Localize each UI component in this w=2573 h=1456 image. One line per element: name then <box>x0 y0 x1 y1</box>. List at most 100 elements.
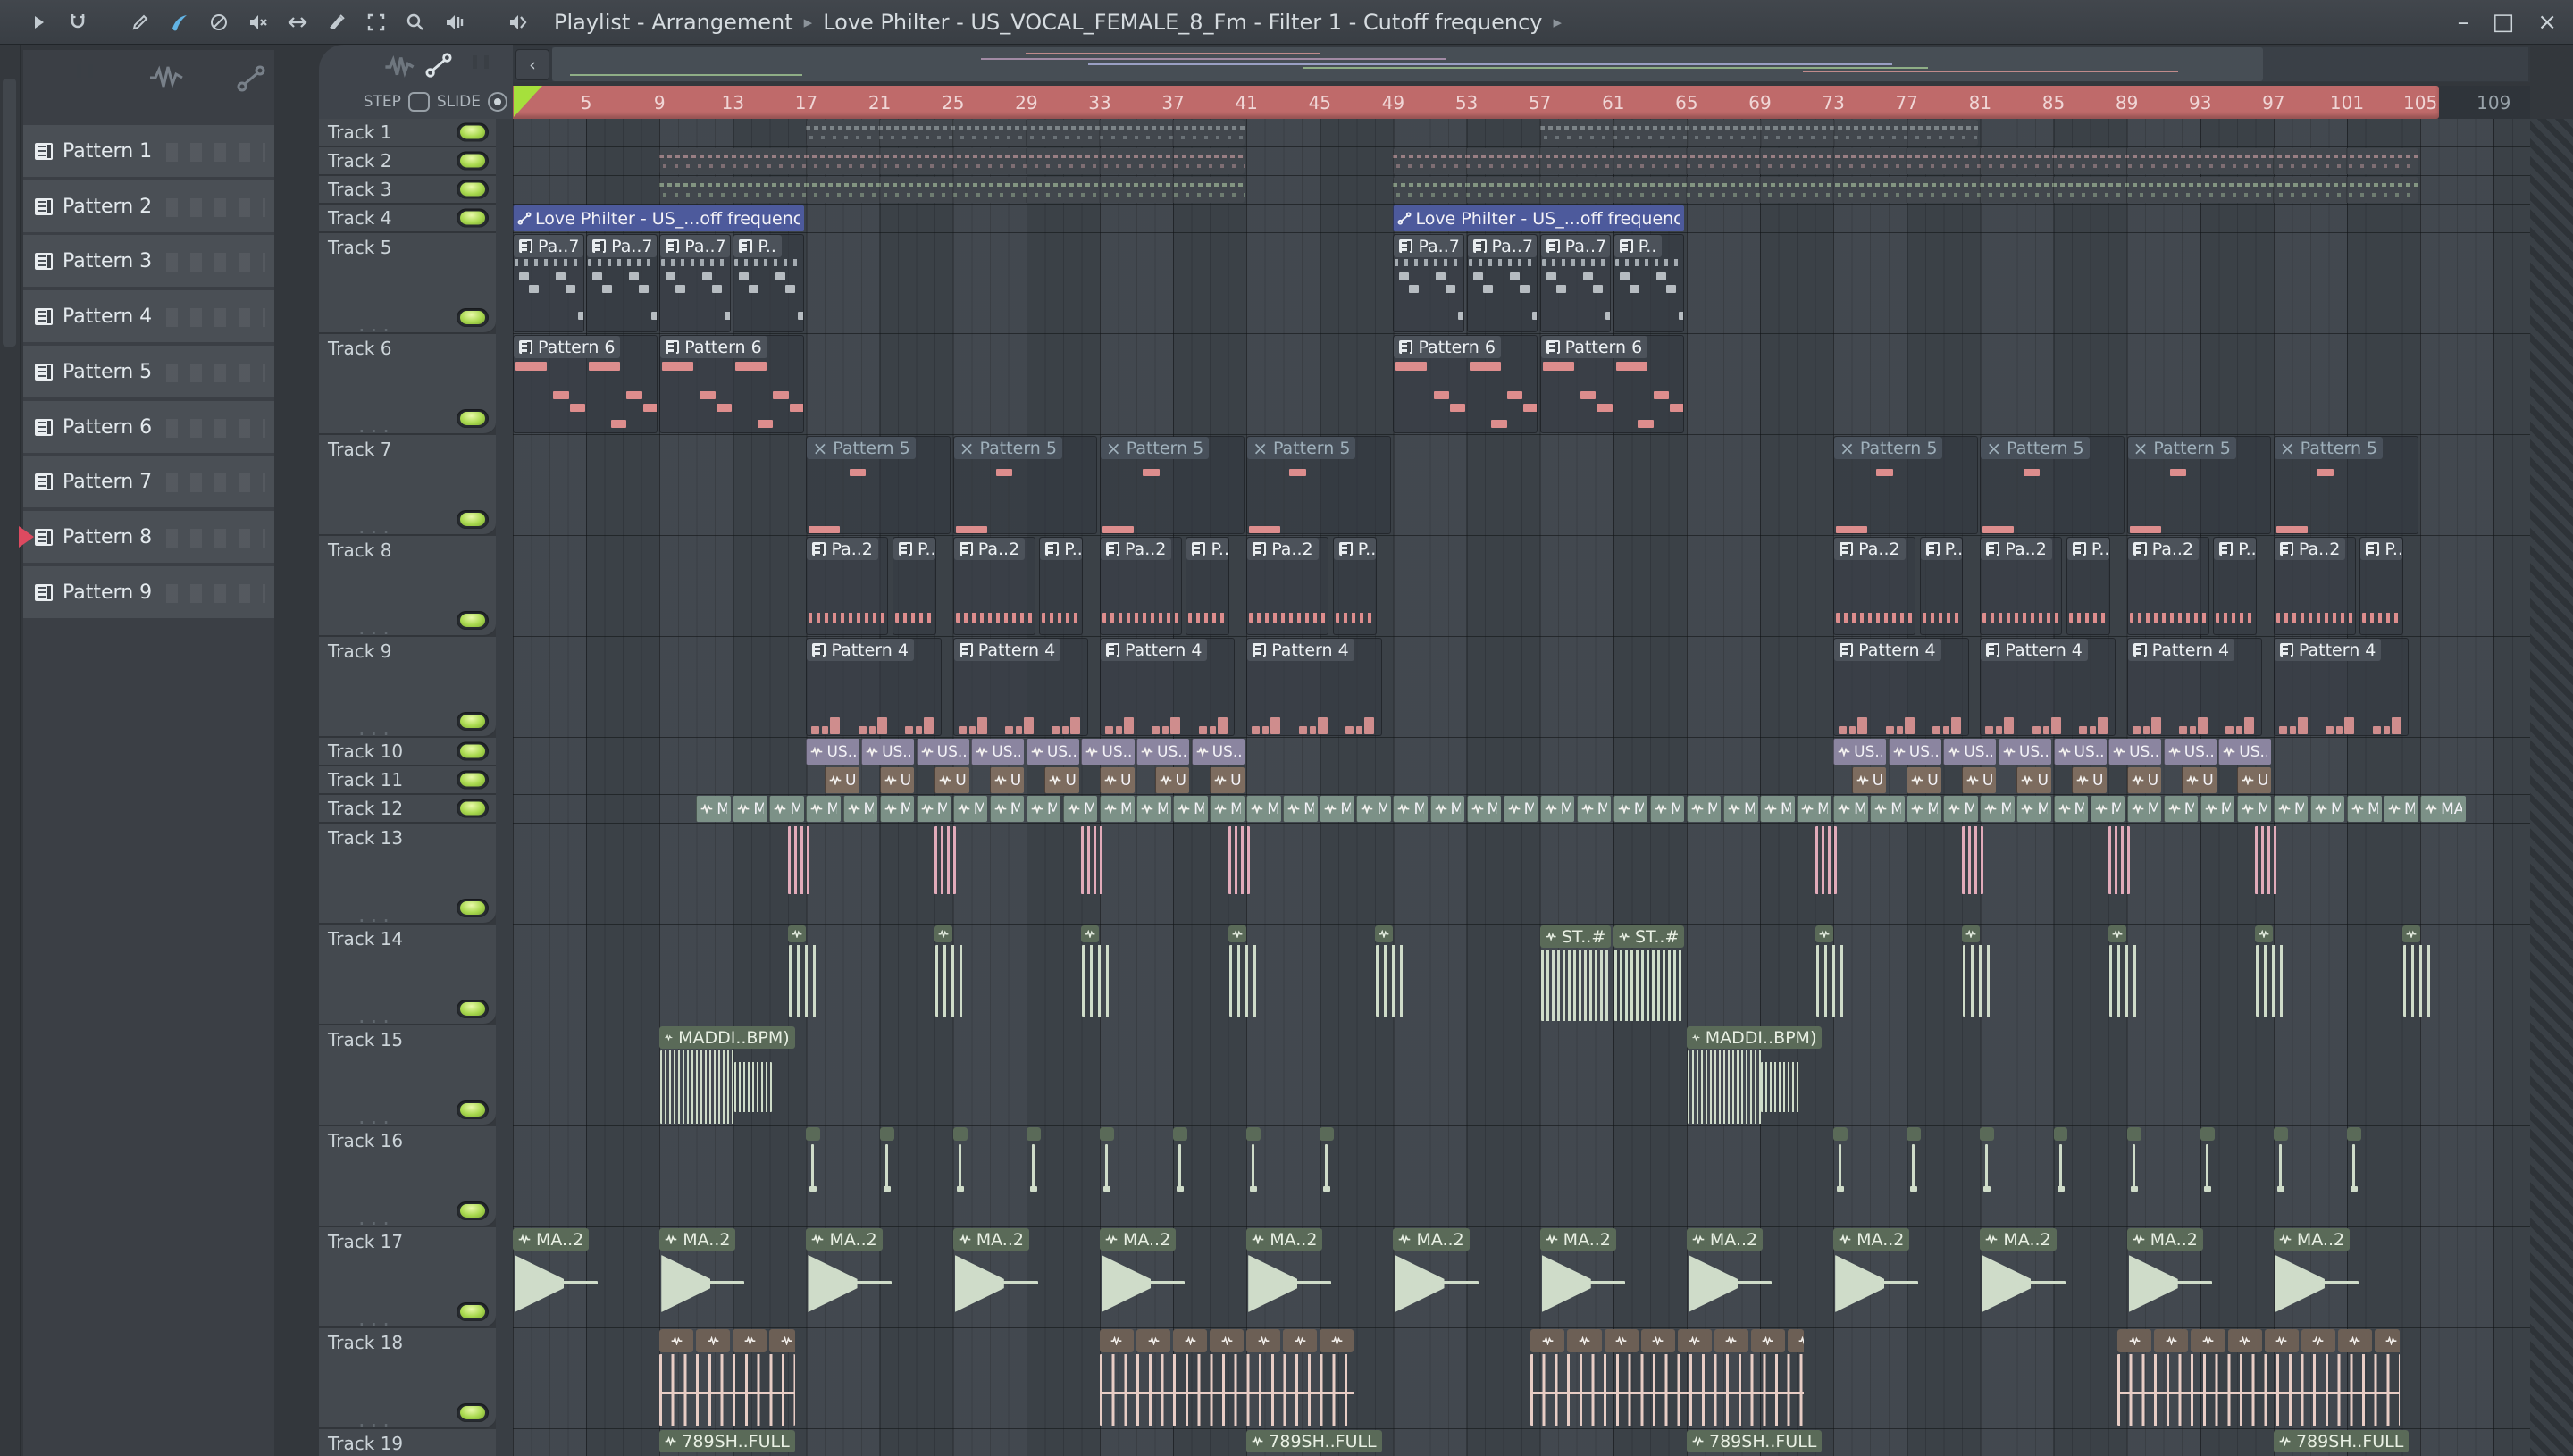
track-mute-led[interactable] <box>457 611 489 630</box>
scroll-left-button[interactable]: ‹ <box>515 49 549 80</box>
playlist-clip[interactable] <box>659 1329 795 1427</box>
playlist-lane[interactable] <box>513 766 2530 795</box>
wave-mode-icon[interactable] <box>148 64 184 91</box>
track-mute-led[interactable] <box>457 799 489 818</box>
playlist-clip[interactable]: Pattern 6 <box>1393 335 1538 433</box>
playlist-clip[interactable] <box>1961 925 1992 1024</box>
playlist-clip[interactable]: P.. <box>2213 537 2257 635</box>
playlist-clip[interactable]: U.. <box>2182 767 2217 793</box>
track-mute-led[interactable] <box>457 1100 489 1119</box>
playlist-clip[interactable]: MADD <box>1210 796 1245 822</box>
track-header[interactable]: Track 17... <box>319 1227 496 1329</box>
playlist-clip[interactable]: Pa..2 <box>1099 537 1182 635</box>
playlist-clip[interactable]: Pa..7 <box>586 234 658 332</box>
playlist-clip[interactable]: MADD <box>1356 796 1391 822</box>
track-header[interactable]: Track 1 <box>319 119 496 147</box>
track-header[interactable]: Track 18... <box>319 1328 496 1430</box>
pattern-item[interactable]: Pattern 5 <box>23 346 274 397</box>
playlist-clip[interactable]: MADD <box>1136 796 1171 822</box>
track-header[interactable]: Track 12 <box>319 795 496 824</box>
playlist-clip[interactable]: P.. <box>1186 537 1230 635</box>
playlist-clip[interactable] <box>879 1127 894 1226</box>
playlist-clip[interactable]: MADDI..BPM) <box>659 1026 795 1125</box>
playlist-clip[interactable]: Pa..2 <box>1980 537 2063 635</box>
track-options-dots[interactable]: ... <box>358 717 395 739</box>
playlist-clip[interactable]: MADD <box>1907 796 1941 822</box>
playlist-clip[interactable]: MADD <box>1173 796 1208 822</box>
playlist-clip[interactable]: US.._E <box>2108 739 2162 765</box>
playlist-clip[interactable]: MADD <box>1613 796 1648 822</box>
playlist-clip[interactable] <box>2126 1127 2141 1226</box>
playlist-clip[interactable]: MADD <box>1980 796 2015 822</box>
track-options-dots[interactable]: ... <box>358 515 395 537</box>
playlist-clip[interactable]: MADD <box>1062 796 1098 822</box>
playlist-clip[interactable]: Pa..2 <box>2273 537 2356 635</box>
playlist-clip[interactable]: P.. <box>2359 537 2404 635</box>
track-header[interactable]: Track 15... <box>319 1025 496 1127</box>
playlist-clip[interactable]: P.. <box>1613 234 1685 332</box>
playlist-clip[interactable]: ST..# <box>1539 925 1612 1024</box>
playlist-clip[interactable] <box>1099 1127 1114 1226</box>
playlist-clip[interactable]: U.. <box>1210 767 1245 793</box>
track-header[interactable]: Track 9... <box>319 637 496 739</box>
track-header[interactable]: Track 7... <box>319 435 496 537</box>
playlist-clip[interactable]: Pattern 6 <box>513 335 658 433</box>
playlist-clip[interactable] <box>1320 1127 1335 1226</box>
playlist-clip[interactable]: MADD <box>1797 796 1831 822</box>
playlist-clip[interactable] <box>952 1127 968 1226</box>
track-header[interactable]: Track 14... <box>319 925 496 1026</box>
playlist-clip[interactable] <box>787 925 818 1024</box>
playlist-clip[interactable]: Pattern 4 <box>1246 638 1382 736</box>
playlist-clip[interactable]: Pattern 4 <box>1980 638 2116 736</box>
playlist-clip[interactable]: MADD <box>1686 796 1722 822</box>
playlist-clip[interactable]: US.._E <box>2053 739 2107 765</box>
playlist-clip[interactable]: × Pattern 5 <box>1246 436 1391 534</box>
automation-clips-tab-icon[interactable] <box>424 52 453 79</box>
minimize-button[interactable]: – <box>2458 11 2469 34</box>
playlist-clip[interactable]: ST..# <box>1613 925 1685 1024</box>
playlist-clip[interactable]: US.._E <box>1833 739 1887 765</box>
automation-mode-icon[interactable] <box>236 64 266 93</box>
playlist-clip[interactable] <box>1026 1127 1041 1226</box>
playlist-clip[interactable]: MA..2 <box>952 1228 1043 1326</box>
playlist-clip[interactable]: Pattern 4 <box>1833 638 1969 736</box>
playlist-clip[interactable]: MADD <box>1283 796 1318 822</box>
playlist-clip[interactable]: Pa..2 <box>1246 537 1329 635</box>
playlist-clip[interactable]: MADD <box>2347 796 2382 822</box>
mute-icon[interactable] <box>243 7 273 38</box>
track-options-dots[interactable]: ... <box>358 414 395 436</box>
track-options-dots[interactable]: ... <box>358 314 395 335</box>
track-mute-led[interactable] <box>457 122 489 142</box>
playlist-clip[interactable] <box>2401 925 2433 1024</box>
playlist-clip[interactable]: P.. <box>1039 537 1084 635</box>
playlist-clip[interactable] <box>806 1127 821 1226</box>
playlist-clip[interactable]: MADD <box>2016 796 2051 822</box>
playlist-clip[interactable] <box>2117 1329 2401 1427</box>
pattern-item[interactable]: Pattern 2 <box>23 180 274 232</box>
track-header[interactable]: Track 10 <box>319 738 496 766</box>
pattern-item[interactable]: Pattern 4 <box>23 290 274 342</box>
playlist-clip[interactable]: US.._E <box>1081 739 1135 765</box>
playlist-clip[interactable]: MADD <box>2126 796 2162 822</box>
track-header[interactable]: Track 8... <box>319 536 496 638</box>
playlist-clip[interactable] <box>806 120 1245 146</box>
track-mute-led[interactable] <box>457 510 489 529</box>
pattern-item[interactable]: Pattern 1 <box>23 125 274 177</box>
track-mute-led[interactable] <box>457 308 489 327</box>
track-mute-led[interactable] <box>457 409 489 428</box>
playlist-clip[interactable]: MADD <box>1722 796 1758 822</box>
playlist-clip[interactable]: MA..2 <box>1686 1228 1776 1326</box>
playlist-clip[interactable]: MA..2 <box>2273 1228 2363 1326</box>
left-scrollbar-thumb[interactable] <box>3 79 16 347</box>
track-header[interactable]: Track 19... <box>319 1429 496 1456</box>
playlist-clip[interactable] <box>787 824 810 923</box>
playlist-clip[interactable]: Pa..7 <box>1393 234 1465 332</box>
playlist-clip[interactable]: MA..2 <box>806 1228 895 1326</box>
playlist-clip[interactable]: P.. <box>1919 537 1964 635</box>
playlist-clip[interactable]: × Pattern 5 <box>952 436 1098 534</box>
playlist-clip[interactable]: MADD <box>1429 796 1465 822</box>
playlist-clip[interactable] <box>1815 824 1837 923</box>
track-header[interactable]: Track 5... <box>319 233 496 335</box>
track-header[interactable]: Track 2 <box>319 147 496 176</box>
track-mute-led[interactable] <box>457 1201 489 1220</box>
